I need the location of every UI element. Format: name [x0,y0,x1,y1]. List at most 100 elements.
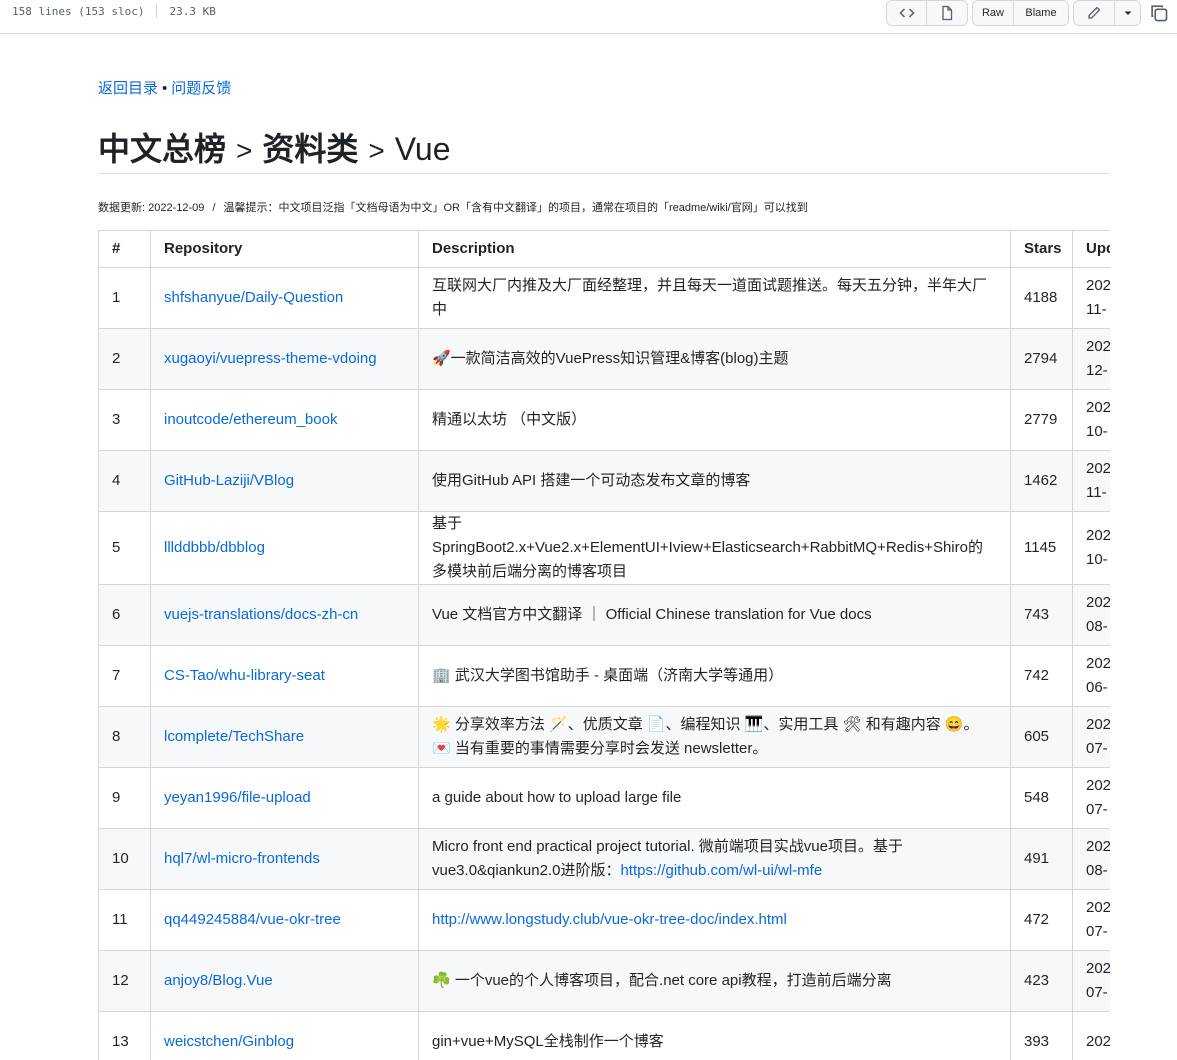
updated-line-2: 07- [1086,737,1110,761]
updated-line-1: 2022- [1086,591,1110,615]
repo-cell: xugaoyi/vuepress-theme-vdoing [151,329,419,390]
row-number: 10 [99,829,151,890]
code-view-button[interactable] [886,0,927,26]
repo-link[interactable]: lllddbbb/dbblog [164,539,265,556]
table-row: 10hql7/wl-micro-frontendsMicro front end… [99,829,1111,890]
updated-cell: 2022-07- [1073,707,1111,768]
updated-cell: 2022-07- [1073,768,1111,829]
updated-line-1: 2022- [1086,335,1110,359]
stars-count: 472 [1011,890,1073,951]
edit-dropdown-button[interactable] [1115,0,1141,26]
repo-cell: vuejs-translations/docs-zh-cn [151,585,419,646]
updated-line-2: 07- [1086,798,1110,822]
repo-link[interactable]: anjoy8/Blog.Vue [164,972,273,989]
updated-line-2: 11- [1086,298,1110,322]
updated-cell: 2022-07- [1073,951,1111,1012]
copy-icon[interactable] [1149,3,1169,23]
description-text: gin+vue+MySQL全栈制作一个博客 [432,1033,664,1050]
file-icon [939,5,955,21]
nav-links: 返回目录•问题反馈 [98,77,231,98]
table-row: 4 GitHub-Laziji/VBlog 使用GitHub API 搭建一个可动态… [99,451,1111,512]
table-row: 11 qq449245884/vue-okr-tree http://www.lon… [99,890,1111,951]
updated-line-1: 2022- [1086,713,1110,737]
raw-button[interactable]: Raw [972,0,1014,26]
table-body: 1shfshanyue/Daily-Question互联网大厂内推及大厂面经整理… [99,268,1111,1060]
line-count: 158 lines (153 sloc) [12,5,144,18]
description-cell: 使用GitHub API 搭建一个可动态发布文章的博客 [419,451,1011,512]
blame-button[interactable]: Blame [1014,0,1069,26]
repo-link[interactable]: shfshanyue/Daily-Question [164,289,343,306]
row-number: 4 [99,451,151,512]
stars-count: 2794 [1011,329,1073,390]
tip-text: 温馨提示：中文项目泛指「文档母语为中文」OR「含有中文翻译」的项目，通常在项目的… [223,202,807,214]
updated-cell: 2022-10- [1073,390,1111,451]
description-text: ☘️ 一个vue的个人博客项目，配合.net core api教程，打造前后端分… [432,972,892,989]
stars-count: 4188 [1011,268,1073,329]
description-link[interactable]: https://github.com/wl-ui/wl-mfe [620,862,822,879]
updated-line-1: 2022- [1086,524,1110,548]
description-cell: a guide about how to upload large file [419,768,1011,829]
repo-link[interactable]: weicstchen/Ginblog [164,1033,294,1050]
repo-table: # Repository Description Stars Updated 1… [98,230,1110,1060]
feedback-link[interactable]: 问题反馈 [171,80,231,97]
file-size: 23.3 KB [169,5,215,18]
description-text: a guide about how to upload large file [432,789,681,806]
stars-count: 742 [1011,646,1073,707]
repo-table-container[interactable]: # Repository Description Stars Updated 1… [98,230,1110,1060]
description-cell: 互联网大厂内推及大厂面经整理，并且每天一道面试题推送。每天五分钟，半年大厂中 [419,268,1011,329]
repo-cell: CS-Tao/whu-library-seat [151,646,419,707]
table-row: 1shfshanyue/Daily-Question互联网大厂内推及大厂面经整理… [99,268,1111,329]
row-number: 11 [99,890,151,951]
header-stars: Stars [1011,231,1073,268]
edit-group [1073,0,1141,26]
updated-line-2: 10- [1086,420,1110,444]
row-number: 3 [99,390,151,451]
repo-cell: qq449245884/vue-okr-tree [151,890,419,951]
updated-line-2: 08- [1086,859,1110,883]
row-number: 12 [99,951,151,1012]
repo-link[interactable]: lcomplete/TechShare [164,728,304,745]
page-title: 中文总榜>资料类>Vue [98,124,1110,174]
description-text: 🚀一款简洁高效的VuePress知识管理&博客(blog)主题 [432,350,789,367]
back-to-index-link[interactable]: 返回目录 [98,80,158,97]
updated-line-1: 2022- [1086,896,1110,920]
stars-count: 605 [1011,707,1073,768]
updated-cell: 2022-11- [1073,268,1111,329]
title-part-1: 中文总榜 [98,131,226,167]
repo-cell: inoutcode/ethereum_book [151,390,419,451]
description-text: 使用GitHub API 搭建一个可动态发布文章的博客 [432,472,750,489]
repo-link[interactable]: CS-Tao/whu-library-seat [164,667,325,684]
repo-link[interactable]: vuejs-translations/docs-zh-cn [164,606,358,623]
repo-link[interactable]: GitHub-Laziji/VBlog [164,472,294,489]
repo-link[interactable]: hql7/wl-micro-frontends [164,850,320,867]
repo-link[interactable]: yeyan1996/file-upload [164,789,311,806]
description-link[interactable]: http://www.longstudy.club/vue-okr-tree-d… [432,911,787,928]
update-date: 数据更新: 2022-12-09 [98,202,204,214]
note-separator: / [212,202,215,214]
row-number: 5 [99,512,151,585]
description-cell: 🚀一款简洁高效的VuePress知识管理&博客(blog)主题 [419,329,1011,390]
repo-link[interactable]: xugaoyi/vuepress-theme-vdoing [164,350,377,367]
file-view-button[interactable] [927,0,968,26]
edit-button[interactable] [1073,0,1115,26]
stars-count: 743 [1011,585,1073,646]
repo-cell: anjoy8/Blog.Vue [151,951,419,1012]
row-number: 7 [99,646,151,707]
updated-cell: 2022-11- [1073,451,1111,512]
row-number: 2 [99,329,151,390]
table-row: 6vuejs-translations/docs-zh-cnVue 文档官方中文… [99,585,1111,646]
table-row: 7 CS-Tao/whu-library-seat 🏢 武汉大学图书馆助手 - 桌面… [99,646,1111,707]
file-toolbar: Raw Blame [886,0,1141,26]
triangle-down-icon [1120,5,1136,21]
title-part-2: 资料类 [262,131,358,167]
updated-cell: 2022-10- [1073,512,1111,585]
table-row: 8 lcomplete/TechShare 🌟 分享效率方法 🪄、优质文章 📄、编程… [99,707,1111,768]
row-number: 8 [99,707,151,768]
header-description: Description [419,231,1011,268]
description-cell: 🏢 武汉大学图书馆助手 - 桌面端（济南大学等通用） [419,646,1011,707]
repo-link[interactable]: inoutcode/ethereum_book [164,411,337,428]
repo-link[interactable]: qq449245884/vue-okr-tree [164,911,341,928]
description-cell: 🌟 分享效率方法 🪄、优质文章 📄、编程知识 🎹、实用工具 🛠 和有趣内容 😄。… [419,707,1011,768]
stars-count: 1462 [1011,451,1073,512]
description-cell: 精通以太坊 （中文版） [419,390,1011,451]
